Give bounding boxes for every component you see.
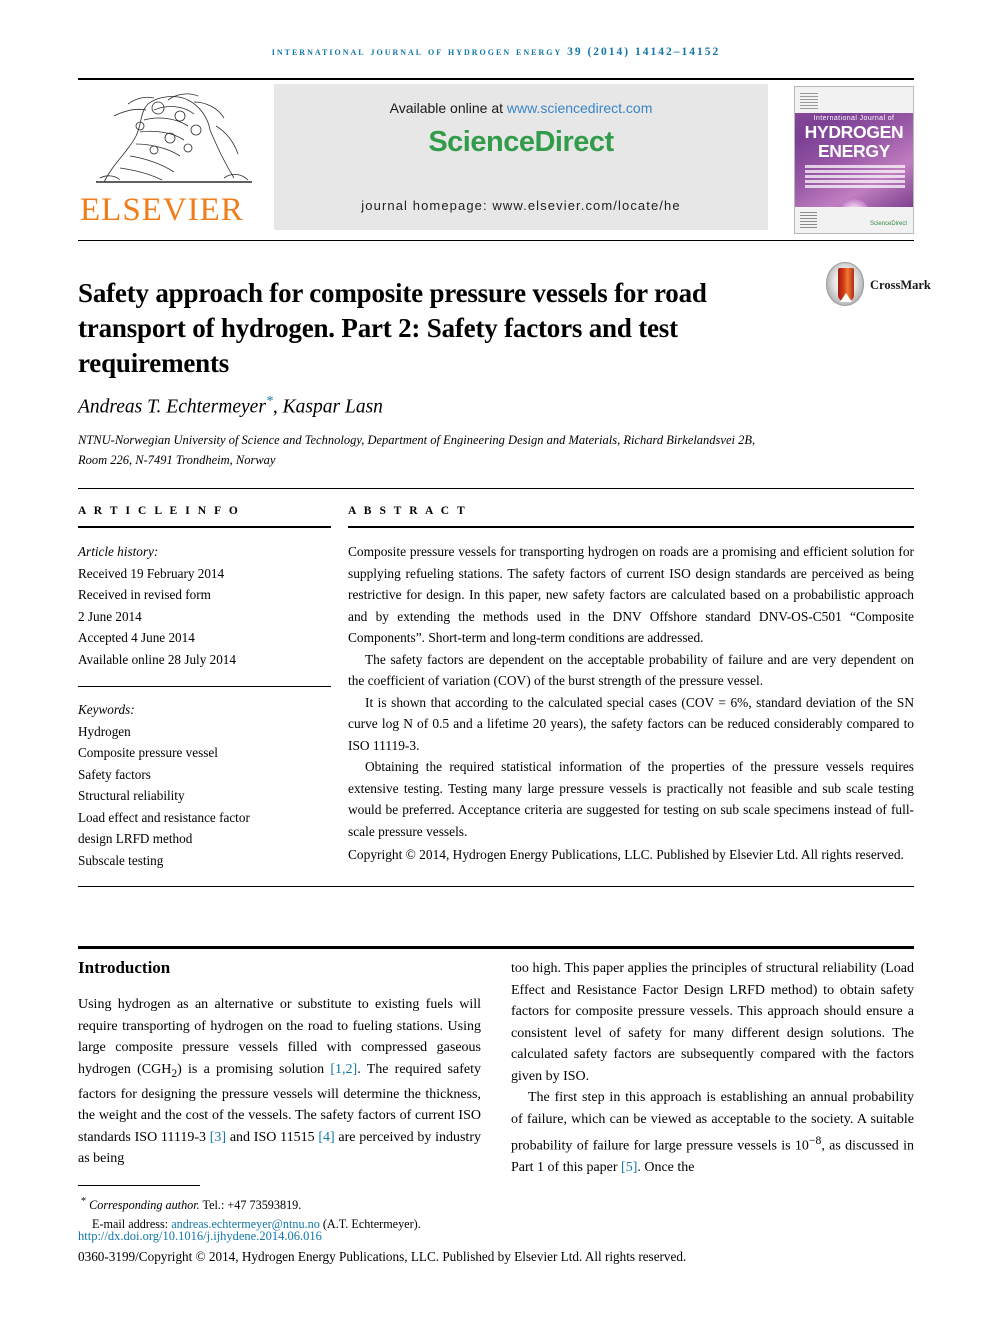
corresponding-author-marker: * bbox=[265, 394, 273, 409]
issn-copyright-line: 0360-3199/Copyright © 2014, Hydrogen Ene… bbox=[78, 1249, 687, 1264]
journal-cover-thumbnail: International Journal of HYDROGEN ENERGY… bbox=[794, 86, 914, 234]
crossmark-icon bbox=[826, 262, 864, 306]
article-info-heading: A R T I C L E I N F O bbox=[78, 505, 241, 517]
intro-text-part2: ) is a promising solution bbox=[177, 1061, 331, 1077]
article-history-label: Article history: bbox=[78, 544, 159, 559]
email-owner: (A.T. Echtermeyer). bbox=[319, 1217, 421, 1232]
paper-page: International Journal of Hydrogen Energy… bbox=[0, 0, 992, 1323]
article-info-column: A R T I C L E I N F O Article history: R… bbox=[78, 505, 331, 871]
corresponding-author-label: Corresponding author. bbox=[89, 1198, 200, 1213]
body-column-right: too high. This paper applies the princip… bbox=[511, 958, 914, 1179]
keyword-item: Structural reliability bbox=[78, 788, 185, 803]
abstract-body: Composite pressure vessels for transport… bbox=[348, 541, 914, 866]
abstract-paragraph: Obtaining the required statistical infor… bbox=[348, 759, 914, 839]
footnote-star: * bbox=[81, 1196, 87, 1207]
keywords-label: Keywords: bbox=[78, 702, 135, 717]
masthead-rule bbox=[78, 240, 914, 241]
author-primary: Andreas T. Echtermeyer bbox=[78, 396, 266, 418]
header-rule bbox=[78, 78, 914, 80]
keyword-item: Load effect and resistance factor bbox=[78, 809, 250, 825]
footnote-rule bbox=[78, 1185, 200, 1186]
abstract-heading: A B S T R A C T bbox=[348, 505, 468, 517]
intro-right-text-part3: . Once the bbox=[637, 1160, 695, 1176]
abstract-rule bbox=[348, 526, 914, 528]
elsevier-tree-icon bbox=[96, 93, 252, 183]
author-secondary: , Kaspar Lasn bbox=[272, 396, 383, 418]
intro-paragraph-right-1: too high. This paper applies the princip… bbox=[511, 961, 914, 1084]
cover-imprint-icon bbox=[800, 211, 817, 228]
abstract-copyright: Copyright © 2014, Hydrogen Energy Public… bbox=[348, 847, 904, 862]
article-history-block: Article history: Received 19 February 20… bbox=[78, 541, 331, 670]
running-head: International Journal of Hydrogen Energy… bbox=[271, 46, 721, 58]
body-top-rule bbox=[78, 946, 914, 949]
keyword-item: design LRFD method bbox=[78, 831, 193, 846]
body-column-left: Introduction Using hydrogen as an altern… bbox=[78, 958, 481, 1170]
article-history-item: Accepted 4 June 2014 bbox=[78, 630, 195, 645]
keyword-item: Composite pressure vessel bbox=[78, 745, 218, 760]
cover-editor-lines bbox=[805, 165, 905, 191]
cover-sciencedirect-label: ScienceDirect bbox=[869, 221, 907, 227]
citation-link-5[interactable]: [5] bbox=[621, 1160, 637, 1175]
available-online-prefix: Available online at bbox=[389, 100, 507, 116]
footnote-block: * Corresponding author. Tel.: +47 735938… bbox=[78, 1192, 914, 1234]
article-info-rule bbox=[78, 526, 331, 528]
article-history-item: Received in revised form bbox=[78, 587, 211, 602]
article-history-item: 2 June 2014 bbox=[78, 608, 142, 624]
crossmark-label: CrossMark bbox=[870, 278, 931, 292]
citation-link-4[interactable]: [4] bbox=[318, 1130, 334, 1145]
abstract-paragraph: Composite pressure vessels for transport… bbox=[348, 544, 914, 645]
intro-text-part4: and ISO 11515 bbox=[226, 1129, 319, 1145]
abstract-paragraph: It is shown that according to the calcul… bbox=[348, 694, 914, 753]
cover-journal-title: HYDROGEN ENERGY bbox=[804, 122, 904, 161]
keywords-block: Keywords: Hydrogen Composite pressure ve… bbox=[78, 699, 331, 871]
cover-elsevier-icon bbox=[800, 91, 818, 109]
intro-superscript: −8 bbox=[808, 1134, 822, 1147]
cover-top-band bbox=[795, 87, 913, 113]
cover-journal-prefix: International Journal of bbox=[813, 115, 895, 122]
keyword-item: Hydrogen bbox=[78, 723, 131, 739]
abstract-column: A B S T R A C T Composite pressure vesse… bbox=[348, 505, 914, 866]
article-history-item: Available online 28 July 2014 bbox=[78, 651, 236, 667]
affiliation: NTNU-Norwegian University of Science and… bbox=[78, 433, 756, 467]
doi-link[interactable]: http://dx.doi.org/10.1016/j.ijhydene.201… bbox=[78, 1229, 322, 1244]
corresponding-author-line: * Corresponding author. Tel.: +47 735938… bbox=[78, 1192, 914, 1215]
elsevier-logo: ELSEVIER bbox=[78, 84, 268, 234]
keyword-item: Subscale testing bbox=[78, 852, 164, 868]
intro-paragraph-left: Using hydrogen as an alternative or subs… bbox=[78, 994, 481, 1170]
article-history-item: Received 19 February 2014 bbox=[78, 565, 225, 581]
sciencedirect-link[interactable]: www.sciencedirect.com bbox=[507, 100, 653, 116]
cover-bottom-band: ScienceDirect bbox=[795, 207, 913, 233]
journal-homepage-line: journal homepage: www.elsevier.com/locat… bbox=[361, 198, 681, 213]
section-heading-introduction: Introduction bbox=[78, 958, 171, 977]
page-title: Safety approach for composite pressure v… bbox=[78, 278, 707, 379]
sciencedirect-logo: ScienceDirect bbox=[428, 126, 614, 158]
citation-link-3[interactable]: [3] bbox=[210, 1130, 226, 1145]
author-list: Andreas T. Echtermeyer*, Kaspar Lasn bbox=[78, 394, 838, 419]
crossmark-icon-arrow bbox=[840, 293, 852, 302]
crossmark-badge[interactable]: CrossMark bbox=[826, 262, 931, 310]
elsevier-wordmark: ELSEVIER bbox=[80, 192, 244, 228]
masthead: ELSEVIER Available online at www.science… bbox=[78, 84, 914, 234]
abstract-bottom-rule bbox=[78, 886, 914, 887]
intro-paragraph-right-2: The first step in this approach is estab… bbox=[511, 1087, 914, 1179]
available-online-line: Available online at www.sciencedirect.co… bbox=[274, 100, 768, 116]
keyword-item: Safety factors bbox=[78, 766, 151, 782]
abstract-top-rule bbox=[78, 488, 914, 489]
corresponding-author-tel: Tel.: +47 73593819. bbox=[199, 1198, 302, 1213]
article-info-divider bbox=[78, 686, 331, 687]
citation-link-1-2[interactable]: [1,2] bbox=[330, 1062, 357, 1077]
abstract-paragraph: The safety factors are dependent on the … bbox=[348, 651, 914, 689]
sciencedirect-banner: Available online at www.sciencedirect.co… bbox=[274, 84, 768, 230]
